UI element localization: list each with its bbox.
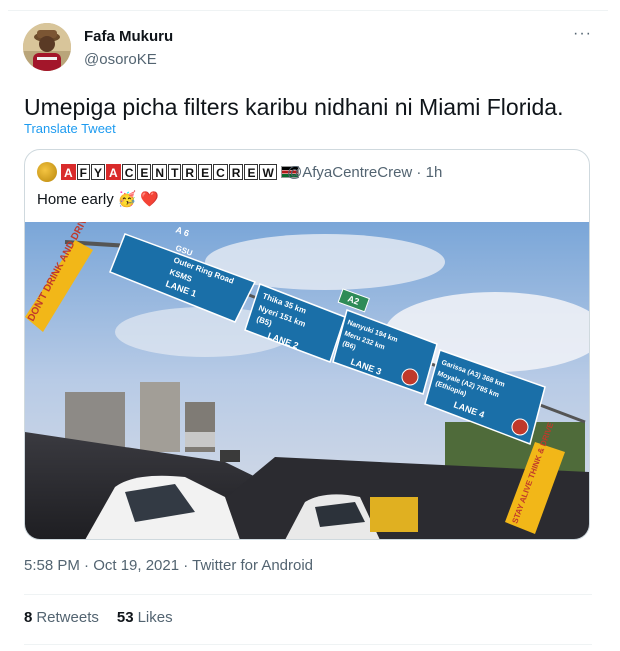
retweets-label: Retweets xyxy=(36,609,99,626)
author-name[interactable]: Fafa Mukuru xyxy=(84,28,173,45)
name-letter: C xyxy=(213,164,228,180)
retweets-count: 8 xyxy=(24,609,33,626)
divider xyxy=(24,594,592,595)
name-letter: F xyxy=(76,164,91,180)
divider xyxy=(24,644,592,645)
author-handle[interactable]: @osoroKE xyxy=(84,51,157,68)
quoted-text-row: Home early 🥳 ❤️ xyxy=(37,190,160,209)
name-letter: T xyxy=(168,164,182,180)
quoted-text: Home early xyxy=(37,190,114,208)
author-avatar[interactable] xyxy=(23,23,71,71)
name-letter: E xyxy=(244,164,259,180)
name-letter: N xyxy=(152,164,168,180)
quoted-handle-time[interactable]: @AfyaCentreCrew · 1h xyxy=(287,164,442,181)
name-letter: C xyxy=(121,164,137,180)
quoted-display-name[interactable]: A F Y A C E N T R E C R E W xyxy=(61,163,299,181)
name-letter: A xyxy=(61,164,76,180)
name-letter: A xyxy=(106,164,121,180)
name-letter: Y xyxy=(91,164,106,180)
tweet-stats: 8 Retweets 53 Likes xyxy=(24,609,173,626)
name-letter: W xyxy=(259,164,277,180)
quoted-photo[interactable]: A 6 GSU Outer Ring Road KSMS LANE 1 Thik… xyxy=(25,222,589,539)
quoted-avatar[interactable] xyxy=(37,162,57,182)
translate-tweet-link[interactable]: Translate Tweet xyxy=(24,121,116,136)
name-letter: R xyxy=(182,164,198,180)
tweet-text: Umepiga picha filters karibu nidhani ni … xyxy=(24,94,564,120)
likes-count: 53 xyxy=(116,609,134,626)
name-letter: R xyxy=(228,164,244,180)
more-options-icon[interactable]: ··· xyxy=(573,25,592,43)
likes-stat[interactable]: 53 Likes xyxy=(117,609,173,626)
name-letter: E xyxy=(198,164,213,180)
red-heart-emoji-icon: ❤️ xyxy=(140,191,160,208)
tweet-timestamp[interactable]: 5:58 PM · Oct 19, 2021 · Twitter for And… xyxy=(24,557,313,574)
tweet-card: Fafa Mukuru @osoroKE ··· Umepiga picha f… xyxy=(8,10,608,651)
quoted-tweet[interactable]: A F Y A C E N T R E C R E W @AfyaCentreC… xyxy=(24,149,590,540)
name-letter: E xyxy=(137,164,152,180)
likes-label: Likes xyxy=(137,609,173,626)
retweets-stat[interactable]: 8 Retweets xyxy=(24,609,99,626)
party-face-emoji-icon: 🥳 xyxy=(117,191,137,208)
